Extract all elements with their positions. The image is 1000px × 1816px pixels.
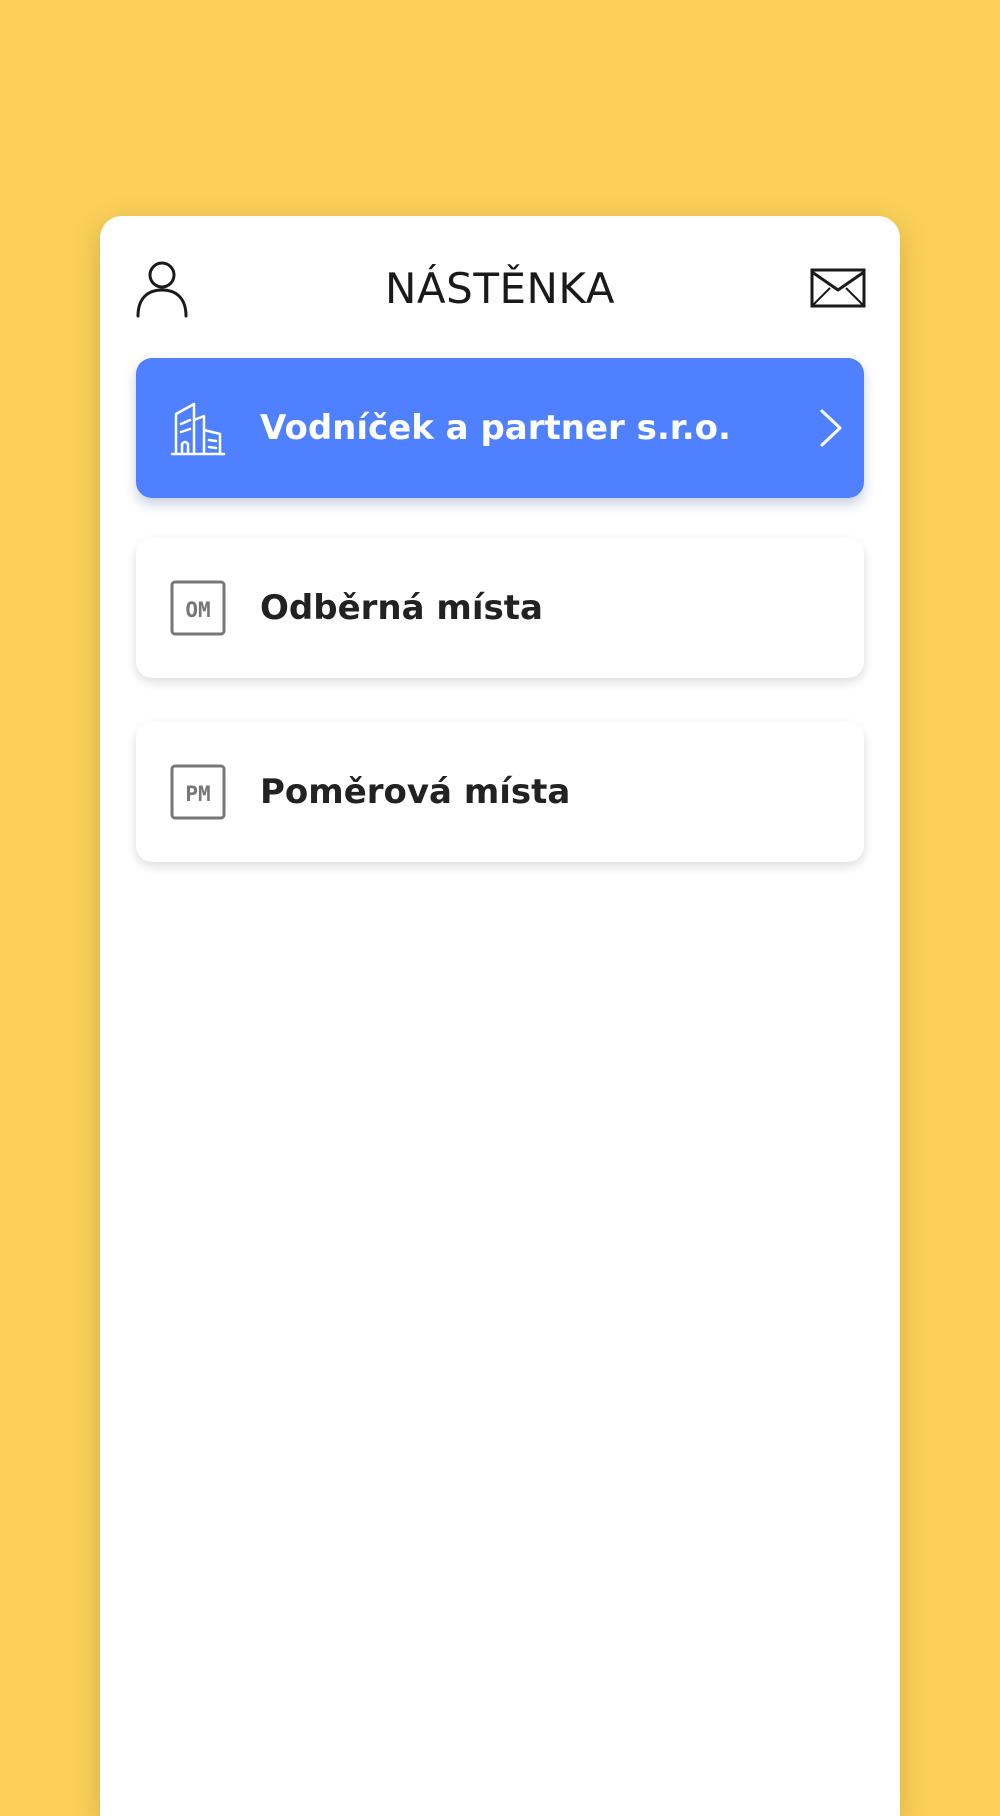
pm-badge-text: PM: [185, 782, 210, 806]
dashboard-panel: NÁSTĚNKA Vodníček a partner s.r.o. OM Od…: [100, 216, 900, 1816]
app-screen: { "header": { "title": "NÁSTĚNKA", "prof…: [0, 0, 1000, 1816]
om-badge-icon: OM: [170, 580, 226, 636]
header-bar: NÁSTĚNKA: [100, 216, 900, 356]
pm-badge-icon: PM: [170, 764, 226, 820]
company-name: Vodníček a partner s.r.o.: [260, 408, 731, 448]
ratio-points-card[interactable]: PM Poměrová místa: [136, 722, 864, 862]
building-icon: [170, 402, 226, 456]
om-badge-text: OM: [185, 598, 210, 622]
page-title: NÁSTĚNKA: [385, 264, 615, 313]
supply-points-card[interactable]: OM Odběrná místa: [136, 538, 864, 678]
chevron-right-icon: [820, 409, 842, 447]
ratio-points-label: Poměrová místa: [260, 772, 571, 812]
supply-points-label: Odběrná místa: [260, 588, 543, 628]
company-card[interactable]: Vodníček a partner s.r.o.: [136, 358, 864, 498]
user-profile-icon[interactable]: [134, 258, 190, 318]
mail-envelope-icon[interactable]: [810, 268, 866, 308]
